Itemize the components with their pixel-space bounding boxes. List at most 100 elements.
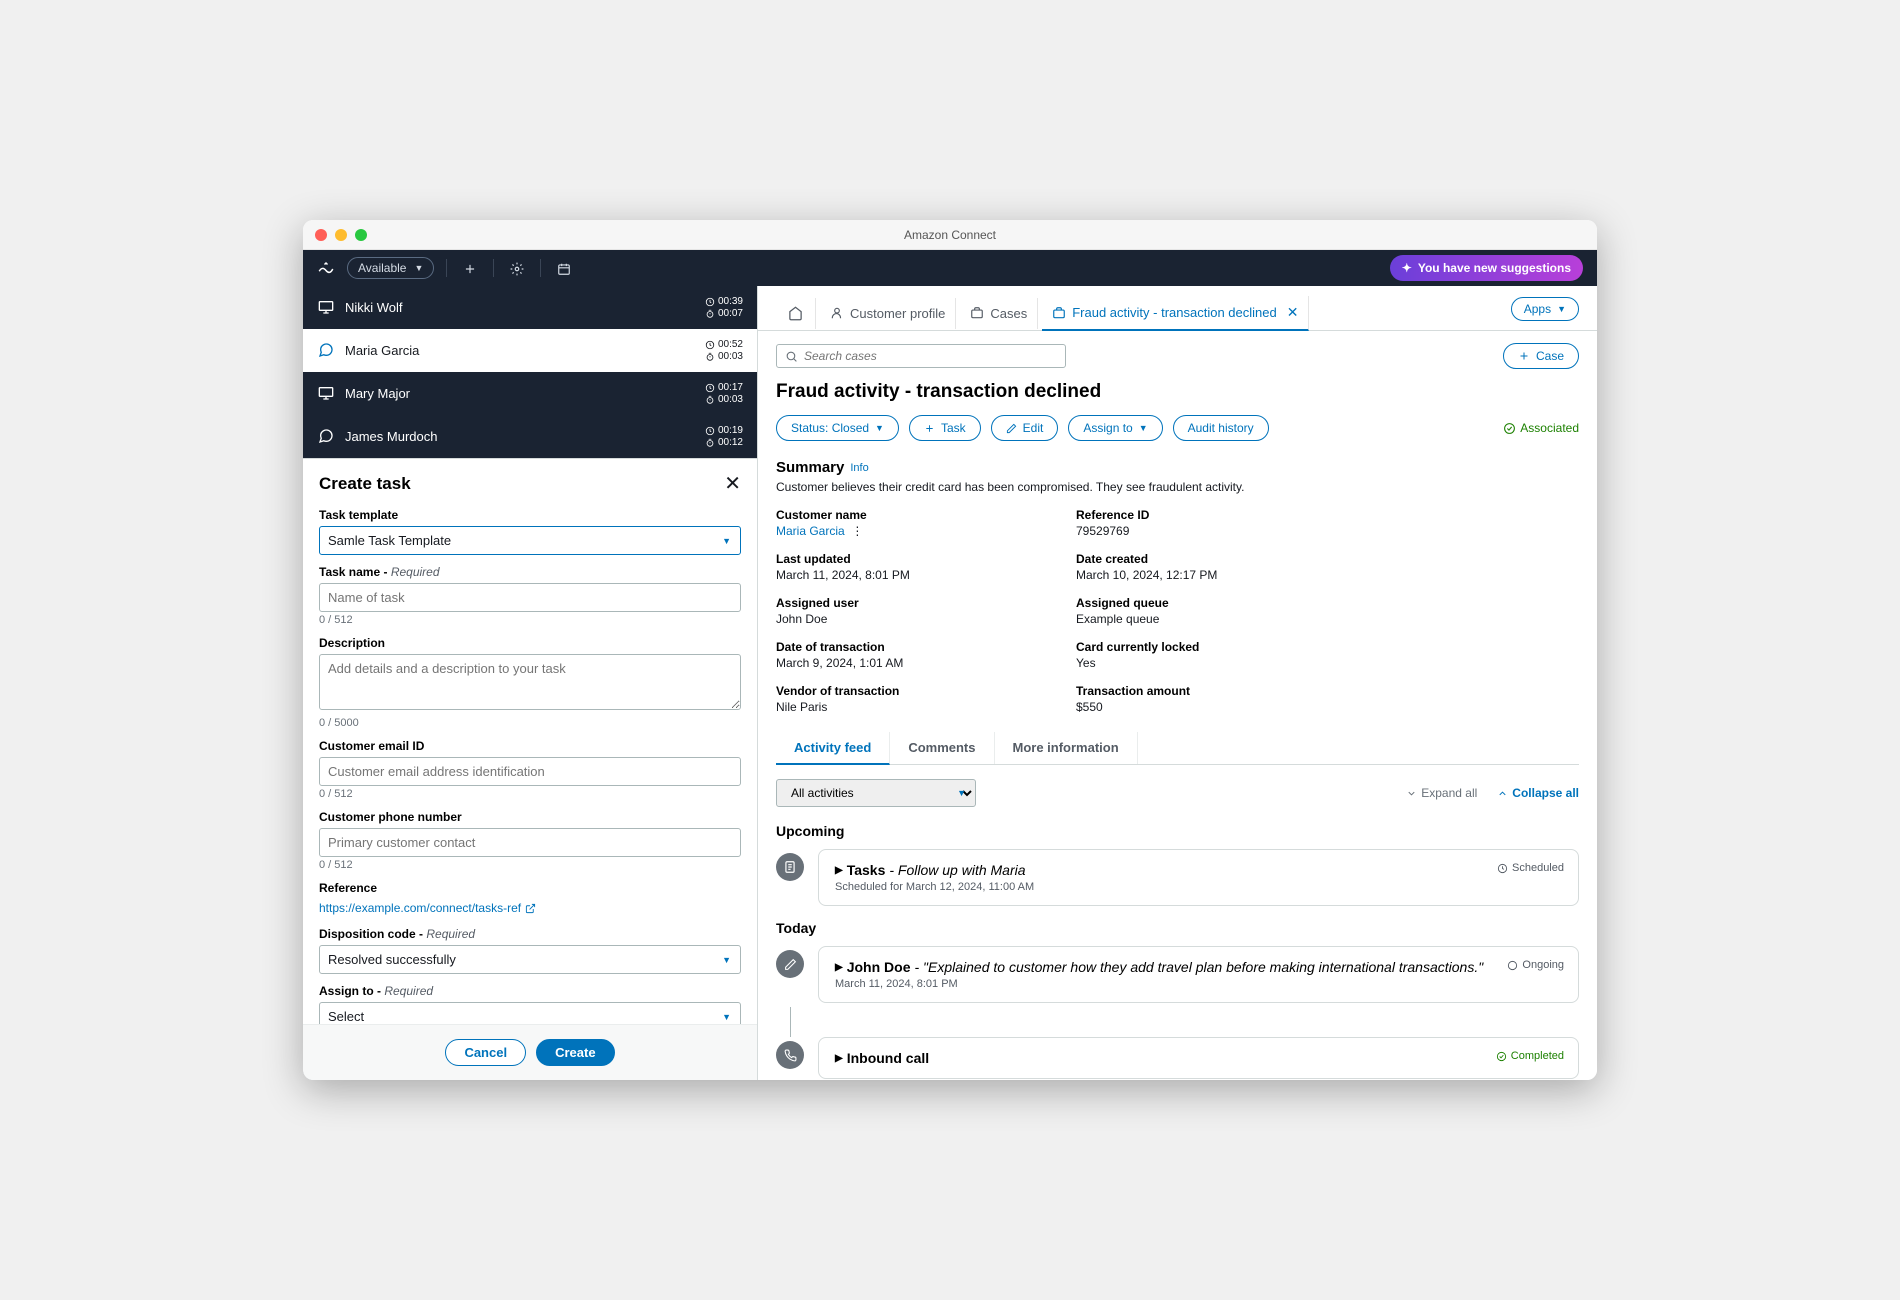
details-grid: Customer nameMaria Garcia ⋮ Reference ID… [776,508,1579,714]
chevron-down-icon: ▼ [414,263,423,273]
sidebar: Nikki Wolf 00:39 00:07 Maria Garcia 00:5… [303,286,757,1080]
assign-to-button[interactable]: Assign to▼ [1068,415,1162,441]
counter: 0 / 512 [319,859,741,871]
sub-tabs: Activity feed Comments More information [776,732,1579,765]
contact-list: Nikki Wolf 00:39 00:07 Maria Garcia 00:5… [303,286,757,458]
today-heading: Today [776,920,1579,936]
counter: 0 / 512 [319,788,741,800]
contact-times: 00:39 00:07 [705,296,743,319]
phone-icon [776,1041,804,1069]
contact-name: James Murdoch [345,429,695,444]
contact-name: Mary Major [345,386,695,401]
traffic-lights [315,229,367,241]
description-input[interactable] [319,654,741,710]
template-label: Task template [319,508,741,522]
contact-name: Nikki Wolf [345,300,695,315]
status-button[interactable]: Status: Closed▼ [776,415,899,441]
chat-icon [317,428,335,446]
top-toolbar: Available ▼ ✦ You have new suggestions [303,250,1597,286]
subtab-more[interactable]: More information [995,732,1138,764]
description-label: Description [319,636,741,650]
availability-label: Available [358,261,406,275]
divider [493,259,494,277]
summary-heading: SummaryInfo [776,459,1579,476]
phone-label: Customer phone number [319,810,741,824]
counter: 0 / 512 [319,614,741,626]
dispo-select[interactable]: Resolved successfully [319,945,741,974]
tab-home[interactable] [776,298,816,329]
more-icon[interactable]: ⋮ [851,524,863,538]
cancel-button[interactable]: Cancel [445,1039,526,1066]
feed-card[interactable]: ▶Tasks - Follow up with Maria Scheduled … [818,849,1579,906]
reference-link[interactable]: https://example.com/connect/tasks-ref [319,901,536,915]
assign-label: Assign to - Required [319,984,741,998]
sparkle-icon: ✦ [1402,261,1412,275]
suggestions-label: You have new suggestions [1418,261,1571,275]
minimize-window-icon[interactable] [335,229,347,241]
phone-input[interactable] [319,828,741,857]
calendar-icon[interactable] [553,256,575,280]
status-badge: Completed [1496,1050,1564,1062]
feed-card[interactable]: ▶John Doe - "Explained to customer how t… [818,946,1579,1003]
info-link[interactable]: Info [850,462,868,474]
task-button[interactable]: Task [909,415,981,441]
window-title: Amazon Connect [904,228,996,242]
add-icon[interactable] [459,256,481,280]
search-icon [785,350,798,363]
expand-all-link[interactable]: Expand all [1406,786,1477,800]
monitor-icon [317,385,335,403]
summary-text: Customer believes their credit card has … [776,480,1579,494]
template-select[interactable]: Samle Task Template [319,526,741,555]
pencil-icon [776,950,804,978]
main-content: Customer profile Cases Fraud activity - … [757,286,1597,1080]
gear-icon[interactable] [506,256,528,280]
chat-icon [317,342,335,360]
tab-customer-profile[interactable]: Customer profile [820,298,956,329]
dispo-label: Disposition code - Required [319,927,741,941]
search-input[interactable] [804,349,1057,363]
email-input[interactable] [319,757,741,786]
maximize-window-icon[interactable] [355,229,367,241]
audit-button[interactable]: Audit history [1173,415,1269,441]
edit-button[interactable]: Edit [991,415,1059,441]
contact-item[interactable]: Nikki Wolf 00:39 00:07 [303,286,757,329]
tab-fraud-activity[interactable]: Fraud activity - transaction declined✕ [1042,296,1309,331]
titlebar: Amazon Connect [303,220,1597,250]
apps-button[interactable]: Apps▼ [1511,297,1579,321]
contact-item[interactable]: Maria Garcia 00:52 00:03 [303,329,757,372]
task-name-input[interactable] [319,583,741,612]
page-title: Fraud activity - transaction declined [776,381,1579,403]
search-cases[interactable] [776,344,1066,368]
upcoming-heading: Upcoming [776,823,1579,839]
caret-right-icon: ▶ [835,962,843,973]
contact-item[interactable]: Mary Major 00:17 00:03 [303,372,757,415]
availability-selector[interactable]: Available ▼ [347,257,434,279]
chevron-down-icon: ▼ [1557,304,1566,314]
suggestions-button[interactable]: ✦ You have new suggestions [1390,255,1583,281]
email-label: Customer email ID [319,739,741,753]
panel-title: Create task [319,474,411,494]
activity-filter[interactable]: All activities [776,779,976,807]
reference-label: Reference [319,881,741,895]
contact-name: Maria Garcia [345,343,695,358]
close-icon[interactable]: ✕ [724,471,741,496]
customer-name-link[interactable]: Maria Garcia [776,524,845,538]
clipboard-icon [776,853,804,881]
create-button[interactable]: Create [536,1039,614,1066]
subtab-activity[interactable]: Activity feed [776,732,890,765]
tab-cases[interactable]: Cases [960,298,1038,329]
close-icon[interactable]: ✕ [1287,304,1299,321]
close-window-icon[interactable] [315,229,327,241]
assign-select[interactable]: Select [319,1002,741,1024]
counter: 0 / 5000 [319,717,741,729]
associated-badge: Associated [1503,421,1579,435]
monitor-icon [317,299,335,317]
contact-times: 00:19 00:12 [705,425,743,448]
contact-item[interactable]: James Murdoch 00:19 00:12 [303,415,757,458]
new-case-button[interactable]: Case [1503,343,1579,369]
collapse-all-link[interactable]: Collapse all [1497,786,1579,800]
caret-right-icon: ▶ [835,1053,843,1064]
feed-card[interactable]: ▶Inbound call Completed [818,1037,1579,1079]
subtab-comments[interactable]: Comments [890,732,994,764]
timeline-connector [776,1007,804,1037]
